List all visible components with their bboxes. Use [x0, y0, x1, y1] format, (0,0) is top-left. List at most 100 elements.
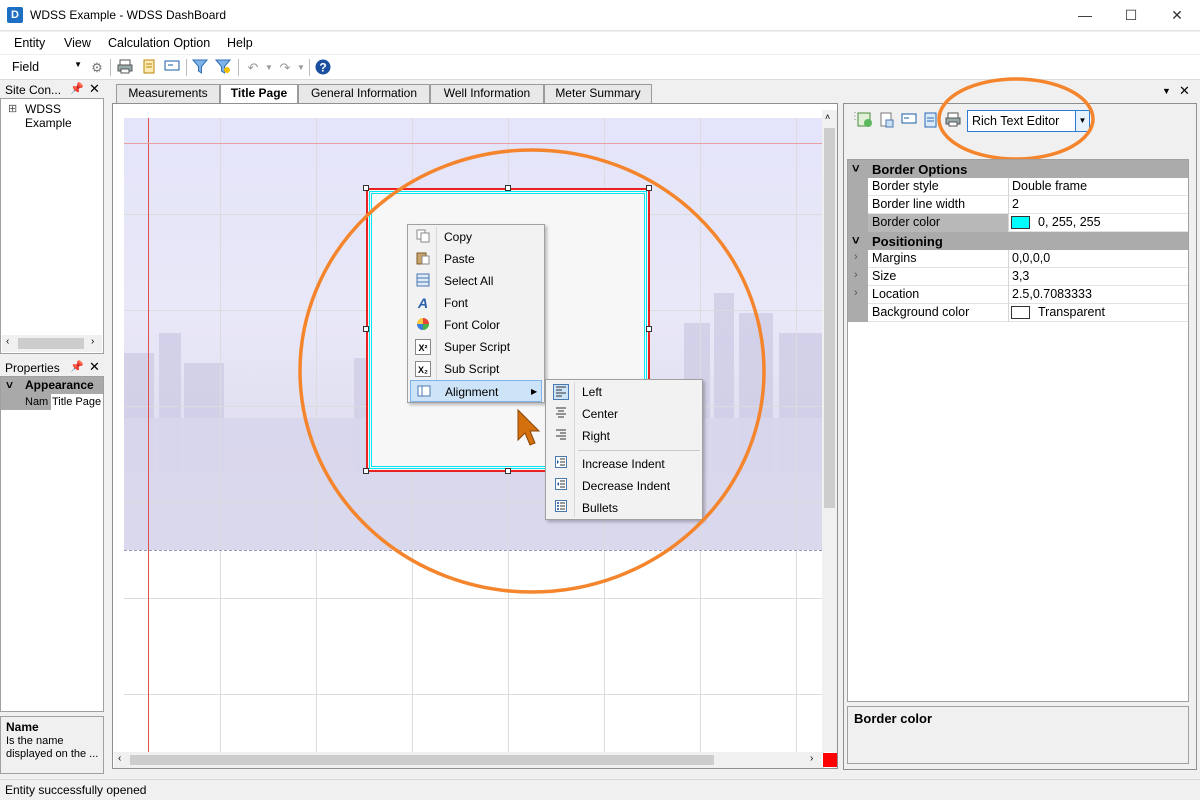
field-dropdown-value: Field: [12, 60, 40, 74]
property-value[interactable]: 3,3: [1012, 269, 1029, 283]
horizontal-scrollbar[interactable]: ‹ ›: [2, 335, 102, 352]
property-name: Border style: [872, 179, 939, 193]
color-swatch[interactable]: [1011, 306, 1030, 319]
collapse-icon[interactable]: ˅: [6, 378, 13, 392]
maximize-button[interactable]: ☐: [1108, 0, 1154, 31]
toolbar-separator: [309, 59, 310, 76]
property-name: Location: [872, 287, 920, 301]
page-setup-icon[interactable]: [140, 59, 158, 76]
site-panel-header: Site Con... 📌 ✕: [0, 81, 104, 99]
tab-list-dropdown-icon[interactable]: ▼: [1162, 86, 1171, 96]
scroll-left-icon[interactable]: ‹: [6, 336, 9, 347]
property-row-margins[interactable]: › Margins 0,0,0,0: [848, 250, 1188, 268]
horizontal-scrollbar[interactable]: ‹ ›: [114, 752, 822, 768]
tree-item-wdss-example[interactable]: WDSS Example: [25, 102, 103, 130]
description-title: Border color: [854, 711, 933, 726]
column-splitter: [1008, 304, 1009, 322]
property-row-border-line-width[interactable]: Border line width 2: [848, 196, 1188, 214]
help-icon[interactable]: ?: [314, 59, 332, 76]
filter-edit-icon[interactable]: [214, 59, 232, 76]
print-icon[interactable]: [116, 59, 134, 76]
scrollbar-thumb[interactable]: [824, 128, 835, 508]
close-icon[interactable]: ✕: [89, 359, 100, 375]
toolbar-separator: [186, 59, 187, 76]
property-name: Size: [872, 269, 897, 283]
help-text: Is the name displayed on the ...: [6, 735, 99, 760]
scrollbar-thumb[interactable]: [130, 755, 714, 765]
property-row-size[interactable]: › Size 3,3: [848, 268, 1188, 286]
expand-icon[interactable]: ›: [854, 269, 858, 281]
column-splitter: [1008, 268, 1009, 286]
expand-icon[interactable]: ›: [854, 287, 858, 299]
svg-text:?: ?: [319, 61, 326, 75]
column-splitter: [1008, 286, 1009, 304]
alphabetical-icon[interactable]: [878, 112, 896, 129]
minimize-button[interactable]: —: [1062, 0, 1108, 31]
field-box-icon[interactable]: [900, 112, 918, 129]
pin-icon[interactable]: 📌: [70, 82, 84, 95]
margin-guide: [148, 118, 149, 752]
status-bar: Entity successfully opened: [0, 779, 1200, 800]
close-document-icon[interactable]: ✕: [1179, 83, 1190, 99]
property-row-border-color[interactable]: Border color 0, 255, 255: [848, 214, 1188, 232]
redo-dropdown-icon[interactable]: ▼: [292, 59, 310, 76]
tab-well-information[interactable]: Well Information: [430, 84, 544, 103]
site-panel-title: Site Con...: [5, 83, 62, 97]
categorized-icon[interactable]: [856, 112, 874, 129]
scroll-right-icon[interactable]: ›: [91, 336, 94, 347]
menu-calculation-option[interactable]: Calculation Option: [108, 36, 210, 50]
help-description-pane: Name Is the name displayed on the ...: [0, 716, 104, 774]
menu-bar: Entity View Calculation Option Help: [0, 32, 1200, 54]
property-row-background-color[interactable]: Background color Transparent: [848, 304, 1188, 322]
expand-icon[interactable]: ›: [854, 251, 858, 263]
category-label: Border Options: [872, 162, 968, 177]
window-title: WDSS Example - WDSS DashBoard: [30, 8, 227, 22]
annotation-circle: [298, 148, 766, 594]
property-value[interactable]: Transparent: [1038, 305, 1105, 319]
chevron-down-icon: ▼: [74, 60, 82, 69]
property-value[interactable]: Title Page: [52, 394, 101, 410]
filter-icon[interactable]: [191, 59, 209, 76]
property-value[interactable]: 0, 255, 255: [1038, 215, 1101, 229]
category-positioning[interactable]: ˅ Positioning: [848, 232, 1188, 250]
property-row-border-style[interactable]: Border style Double frame: [848, 178, 1188, 196]
collapse-icon[interactable]: ˅: [852, 233, 860, 248]
menu-view[interactable]: View: [64, 36, 91, 50]
vertical-scrollbar[interactable]: ˄: [822, 110, 837, 752]
text-box-icon[interactable]: [163, 59, 181, 76]
color-swatch[interactable]: [1011, 216, 1030, 229]
tab-measurements[interactable]: Measurements: [116, 84, 220, 103]
property-value[interactable]: Double frame: [1012, 179, 1087, 193]
properties-panel-header: Properties 📌 ✕: [0, 359, 104, 377]
app-icon: D: [7, 7, 23, 23]
tree-expand-icon[interactable]: ⊞: [8, 102, 17, 115]
scrollbar-thumb[interactable]: [18, 338, 84, 349]
category-border-options[interactable]: ˅ Border Options: [848, 160, 1188, 178]
property-value[interactable]: 2.5,0.7083333: [1012, 287, 1092, 301]
pin-icon[interactable]: 📌: [70, 360, 84, 373]
close-button[interactable]: ✕: [1154, 0, 1200, 31]
tab-title-page[interactable]: Title Page: [220, 84, 298, 104]
property-row-name[interactable]: Nam Title Page: [1, 394, 103, 410]
scroll-right-icon[interactable]: ›: [810, 753, 813, 764]
properties-panel-title: Properties: [5, 361, 60, 375]
column-splitter: [1008, 214, 1009, 232]
grid-line: [124, 694, 822, 695]
property-name: Border line width: [872, 197, 966, 211]
annotation-circle: [937, 77, 1095, 161]
tab-meter-summary[interactable]: Meter Summary: [544, 84, 652, 103]
scroll-left-icon[interactable]: ‹: [118, 753, 121, 764]
property-value[interactable]: 0,0,0,0: [1012, 251, 1050, 265]
collapse-icon[interactable]: ˅: [852, 161, 860, 176]
close-icon[interactable]: ✕: [89, 81, 100, 97]
menu-help[interactable]: Help: [227, 36, 253, 50]
property-value[interactable]: 2: [1012, 197, 1019, 211]
tab-general-information[interactable]: General Information: [298, 84, 430, 103]
settings-gear-icon[interactable]: ⚙: [88, 59, 106, 76]
property-row-location[interactable]: › Location 2.5,0.7083333: [848, 286, 1188, 304]
menu-entity[interactable]: Entity: [14, 36, 45, 50]
category-appearance[interactable]: ˅ Appearance: [1, 377, 103, 394]
field-dropdown[interactable]: Field ▼: [8, 59, 84, 76]
site-tree: ⊞ WDSS Example ‹ ›: [0, 98, 104, 354]
scroll-up-icon[interactable]: ˄: [825, 112, 830, 122]
